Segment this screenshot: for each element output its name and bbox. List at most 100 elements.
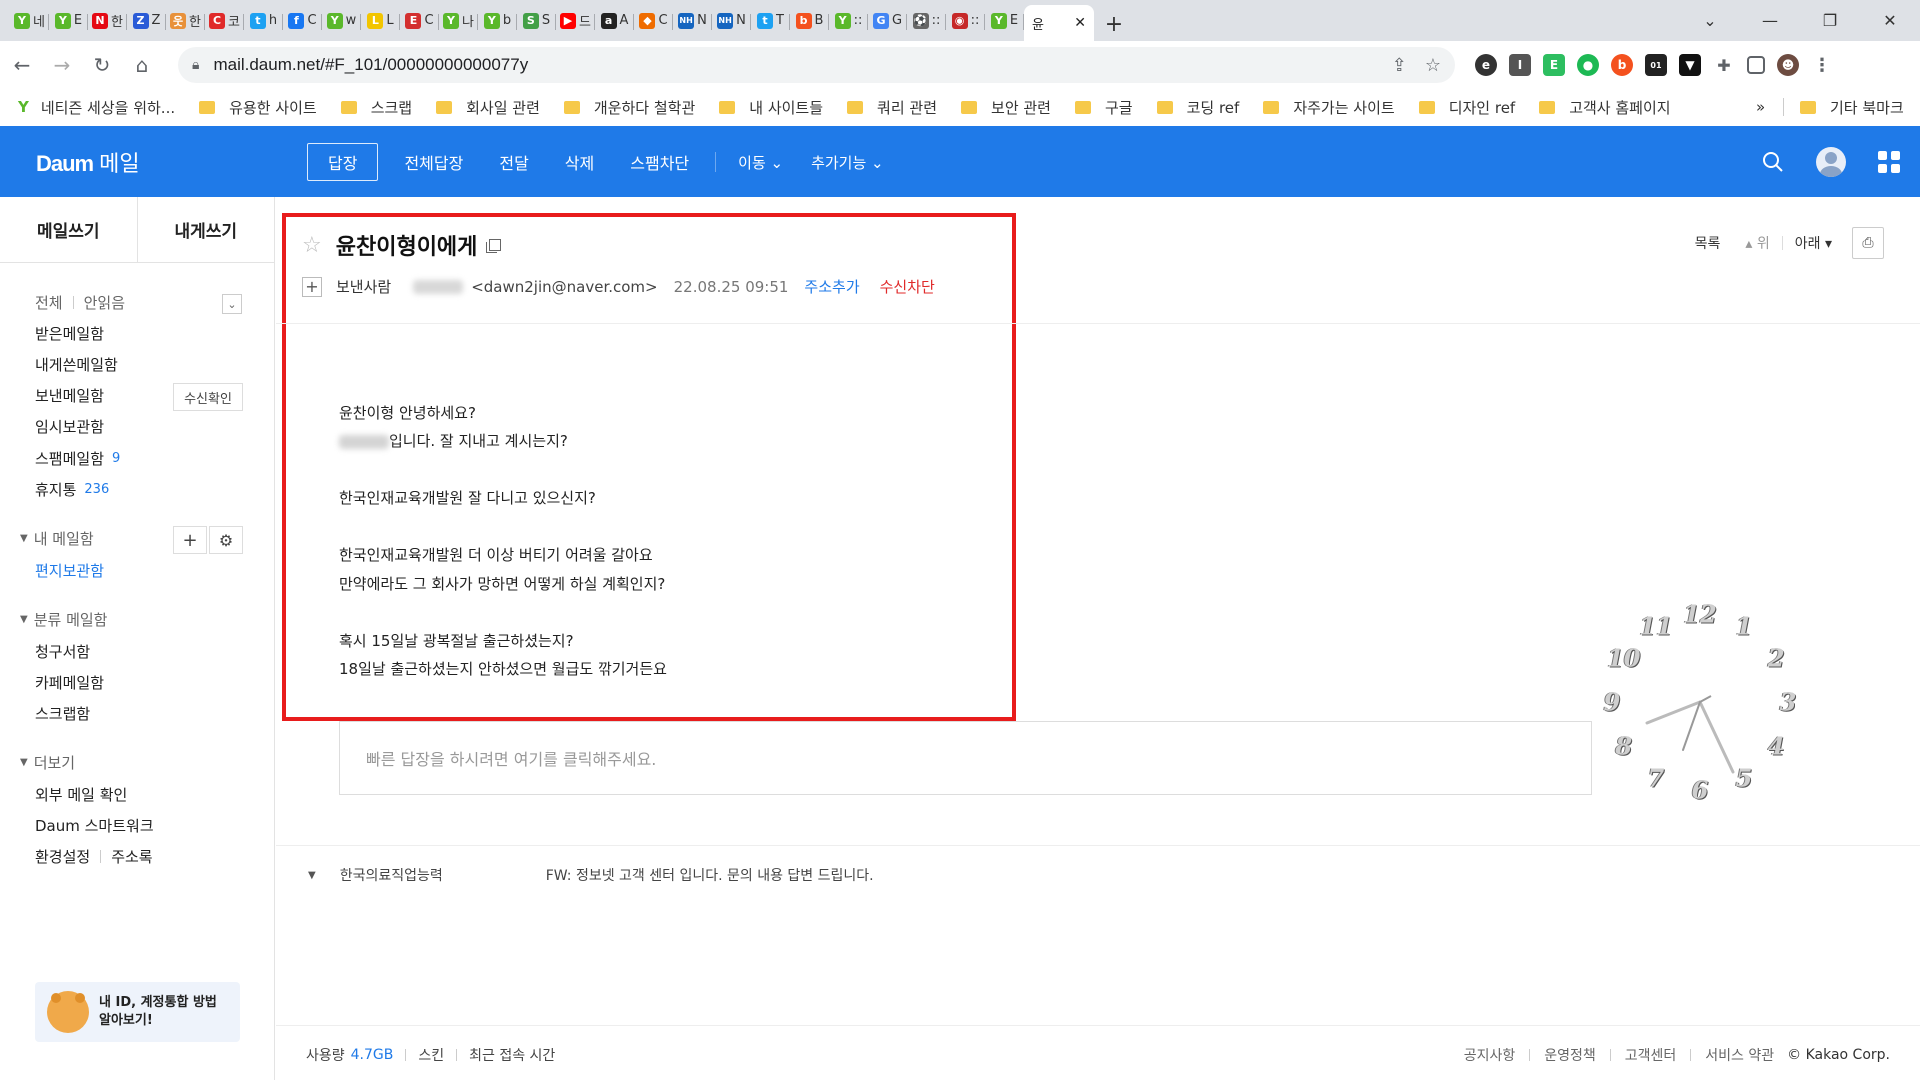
restore-button[interactable]: ❐ <box>1800 0 1860 41</box>
browser-tab[interactable]: Y네 <box>10 4 49 38</box>
bookmark-item[interactable]: 디자인 ref <box>1418 97 1515 118</box>
thread-toggle-icon[interactable]: ▼ <box>308 870 316 881</box>
sidebar-item-sent[interactable]: 보낸메일함 <box>35 385 104 406</box>
other-bookmarks[interactable]: 기타 북마크 <box>1800 88 1904 126</box>
sidebar-item-scrap[interactable]: 스크랩함 <box>35 703 90 724</box>
bookmark-item[interactable]: 쿼리 관련 <box>847 97 937 118</box>
browser-menu-icon[interactable]: ⋮ <box>1811 54 1833 76</box>
active-tab[interactable]: 윤 ✕ <box>1024 5 1094 41</box>
browser-tab[interactable]: Y나 <box>439 4 478 38</box>
policy-link[interactable]: 운영정책 <box>1544 1045 1596 1065</box>
address-book-link[interactable]: 주소록 <box>111 846 152 867</box>
more-functions-dropdown[interactable]: 추가기능 ⌄ <box>797 143 898 181</box>
extension-shield-icon[interactable]: ▼ <box>1679 54 1701 76</box>
next-button[interactable]: 아래 ▾ <box>1795 233 1832 253</box>
forward-icon[interactable]: → <box>44 47 80 83</box>
category-section[interactable]: ▼ 분류 메일함 <box>20 609 107 630</box>
support-link[interactable]: 고객센터 <box>1625 1045 1677 1065</box>
spam-block-button[interactable]: 스팸차단 <box>612 143 707 181</box>
browser-tab[interactable]: ⚽:: <box>907 4 946 38</box>
browser-tab[interactable]: aA <box>595 4 634 38</box>
move-dropdown[interactable]: 이동 ⌄ <box>724 143 797 181</box>
bookmark-item[interactable]: 고객사 홈페이지 <box>1539 97 1671 118</box>
notice-link[interactable]: 공지사항 <box>1464 1045 1516 1065</box>
browser-tab[interactable]: ◆ C <box>634 4 673 38</box>
browser-tab[interactable]: tT <box>751 4 790 38</box>
extension-b-icon[interactable]: b <box>1611 54 1633 76</box>
home-icon[interactable]: ⌂ <box>124 47 160 83</box>
sidebar-item-external-mail[interactable]: 외부 메일 확인 <box>35 784 127 805</box>
bookmark-item[interactable]: 내 사이트들 <box>719 97 823 118</box>
copy-icon[interactable] <box>486 239 502 253</box>
share-icon[interactable]: ⇪ <box>1392 55 1407 76</box>
last-login-link[interactable]: 최근 접속 시간 <box>469 1045 555 1065</box>
browser-tab[interactable]: th <box>244 4 283 38</box>
browser-tab[interactable]: bB <box>790 4 829 38</box>
bookmark-item[interactable]: 구글 <box>1074 97 1133 118</box>
sidebar-item-to-me[interactable]: 내게쓴메일함 <box>35 354 118 375</box>
sidebar-item-spam[interactable]: 스팸메일함 9 <box>35 448 120 469</box>
bookmark-item[interactable]: Y 네티즌 세상을 위하... <box>18 97 175 118</box>
reload-icon[interactable]: ↻ <box>84 47 120 83</box>
apps-grid-icon[interactable] <box>1878 151 1900 173</box>
bookmark-item[interactable]: 자주가는 사이트 <box>1263 97 1395 118</box>
browser-tab[interactable]: NH N <box>712 4 751 38</box>
browser-tab[interactable]: 웃한 <box>166 4 205 38</box>
expand-recipients-icon[interactable]: + <box>302 276 322 297</box>
tab-search-icon[interactable]: ⌄ <box>1680 0 1740 41</box>
browser-tab[interactable]: SS <box>517 4 556 38</box>
more-section[interactable]: ▼ 더보기 <box>20 752 75 773</box>
sidepanel-icon[interactable] <box>1747 56 1765 74</box>
extension-i-icon[interactable]: I <box>1509 54 1531 76</box>
browser-tab[interactable]: Y:: <box>829 4 868 38</box>
reply-all-button[interactable]: 전체답장 <box>386 143 481 181</box>
thread-item[interactable]: ▼ 한국의료직업능력 FW: 정보넷 고객 센터 입니다. 문의 내용 답변 드… <box>308 865 874 885</box>
sidebar-item-archive[interactable]: 편지보관함 <box>35 560 104 581</box>
print-icon[interactable]: ⎙ <box>1852 227 1884 259</box>
write-to-me-button[interactable]: 내게쓰기 <box>136 197 275 262</box>
sidebar-item-cafe[interactable]: 카페메일함 <box>35 672 104 693</box>
bookmark-item[interactable]: 코딩 ref <box>1156 97 1239 118</box>
address-bar[interactable]: 🔒︎ mail.daum.net/#F_101/00000000000077y … <box>178 47 1455 83</box>
bookmark-item[interactable]: 보안 관련 <box>961 97 1051 118</box>
bookmark-item[interactable]: 유용한 사이트 <box>199 97 317 118</box>
read-receipt-button[interactable]: 수신확인 <box>173 383 243 411</box>
browser-tab[interactable]: ▶ 드 <box>556 4 595 38</box>
terms-link[interactable]: 서비스 약관 <box>1705 1045 1774 1065</box>
delete-button[interactable]: 삭제 <box>547 143 612 181</box>
compose-button[interactable]: 메일쓰기 <box>0 197 137 262</box>
sidebar-item-inbox[interactable]: 받은메일함 <box>35 323 104 344</box>
browser-tab[interactable]: ◉:: <box>946 4 985 38</box>
sidebar-item-drafts[interactable]: 임시보관함 <box>35 416 104 437</box>
reply-button[interactable]: 답장 <box>307 143 379 181</box>
account-integration-banner[interactable]: 내 ID, 계정통합 방법 알아보기! <box>35 982 240 1042</box>
forward-button[interactable]: 전달 <box>481 143 546 181</box>
filter-all[interactable]: 전체 <box>35 292 63 313</box>
new-tab-button[interactable]: + <box>1094 7 1134 41</box>
filter-unread[interactable]: 안읽음 <box>84 292 125 313</box>
extension-binary-icon[interactable]: 01 <box>1645 54 1667 76</box>
add-contact-link[interactable]: 주소추가 <box>804 276 859 297</box>
browser-tab[interactable]: GG <box>868 4 907 38</box>
close-tab-icon[interactable]: ✕ <box>1074 15 1086 31</box>
evernote-icon[interactable]: E <box>1543 54 1565 76</box>
sender-email[interactable]: <dawn2jin@naver.com> <box>471 278 657 296</box>
browser-tab[interactable]: YE <box>985 4 1024 38</box>
browser-tab[interactable]: Yw <box>322 4 361 38</box>
browser-tab[interactable]: C코 <box>205 4 244 38</box>
gear-icon[interactable]: ⚙ <box>209 526 243 554</box>
previous-button[interactable]: ▴ 위 <box>1745 233 1769 253</box>
bookmarks-overflow-button[interactable]: » <box>1756 88 1765 126</box>
chevron-down-icon[interactable]: ⌄ <box>222 294 242 314</box>
browser-tab[interactable]: Yb <box>478 4 517 38</box>
sidebar-item-smartwork[interactable]: Daum 스마트워크 <box>35 815 154 836</box>
star-icon[interactable]: ☆ <box>302 233 322 258</box>
browser-tab[interactable]: ZZ <box>127 4 166 38</box>
extensions-puzzle-icon[interactable]: ✚ <box>1713 54 1735 76</box>
bookmark-item[interactable]: 스크랩 <box>340 97 412 118</box>
daum-mail-logo[interactable]: Daum 메일 <box>36 146 140 178</box>
add-folder-icon[interactable]: + <box>173 526 207 554</box>
bookmark-star-icon[interactable]: ☆ <box>1425 55 1441 76</box>
browser-tab[interactable]: fC <box>283 4 322 38</box>
user-avatar-icon[interactable] <box>1816 147 1846 177</box>
